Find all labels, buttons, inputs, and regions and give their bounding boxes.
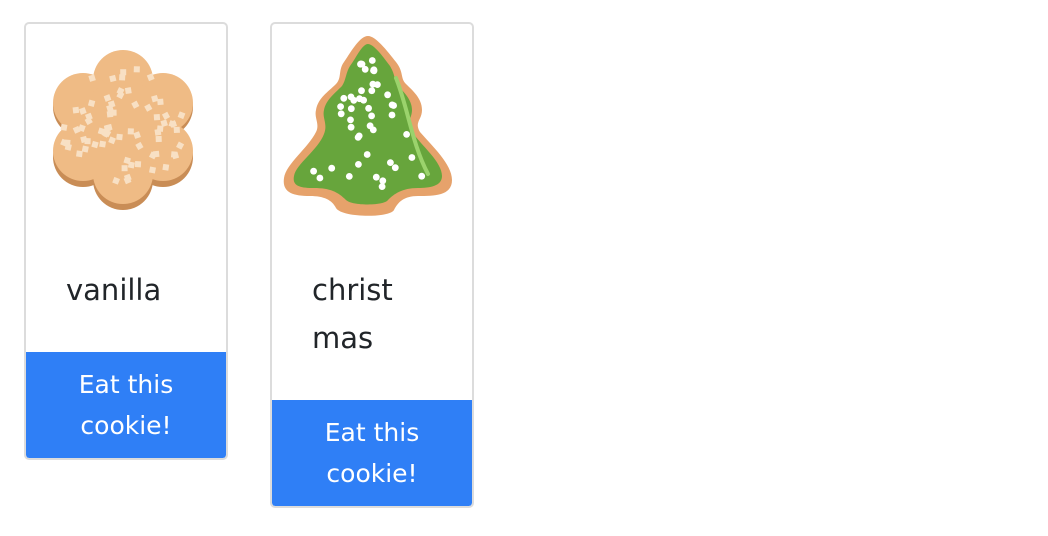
vanilla-flower-cookie-icon: [53, 50, 193, 210]
eat-cookie-button[interactable]: Eat this cookie!: [26, 352, 226, 458]
eat-cookie-button[interactable]: Eat this cookie!: [272, 400, 472, 506]
christmas-tree-cookie-icon: [283, 36, 452, 216]
cookie-name: christmas: [312, 273, 393, 355]
cookie-card-christmas: christmas Eat this cookie!: [270, 22, 474, 508]
cookie-name: vanilla: [66, 273, 162, 307]
cookie-card-vanilla: vanilla Eat this cookie!: [24, 22, 228, 460]
